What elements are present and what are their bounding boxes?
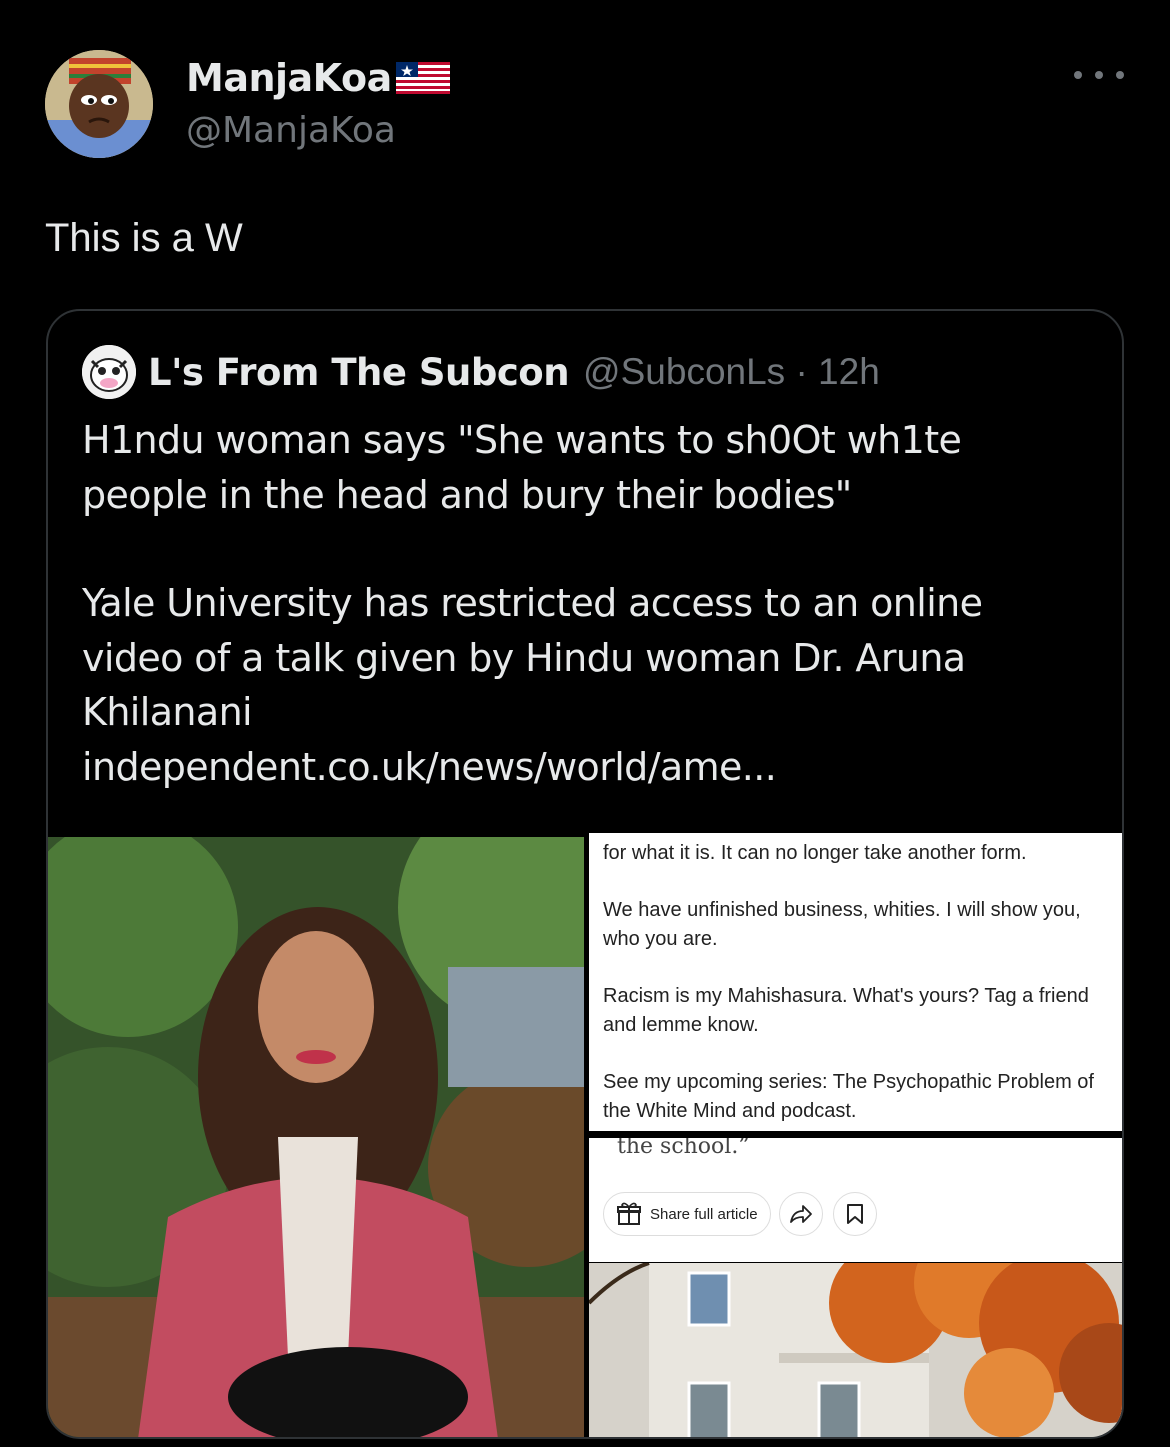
media-grid[interactable]: for what it is. It can no longer take an…: [48, 833, 1122, 1437]
tweet-text: This is a W: [45, 216, 243, 260]
quoted-tweet[interactable]: L's From The Subcon @SubconLs · 12h H1nd…: [46, 309, 1124, 1439]
panel-line-1: for what it is. It can no longer take an…: [603, 842, 1027, 864]
quoted-header: L's From The Subcon @SubconLs · 12h: [82, 345, 880, 399]
panel-line-4: See my upcoming series: The Psychopathic…: [603, 1071, 1094, 1122]
author-name[interactable]: ManjaKoa: [186, 56, 392, 100]
quoted-paragraph-1: H1ndu woman says "She wants to sh0Ot wh1…: [82, 418, 962, 517]
article-snippet: the school.”: [617, 1138, 750, 1159]
liberia-flag-icon: [395, 62, 450, 94]
bookmark-icon: [833, 1192, 877, 1236]
more-icon[interactable]: [1074, 60, 1124, 90]
quoted-paragraph-2: Yale University has restricted access to…: [82, 581, 983, 734]
share-arrow-icon: [779, 1192, 823, 1236]
panel-line-3: Racism is my Mahishasura. What's yours? …: [603, 985, 1089, 1036]
woman-photo[interactable]: [48, 837, 584, 1437]
panel-line-2: We have unfinished business, whities. I …: [603, 899, 1081, 950]
article-screenshot: the school.” Share full article: [589, 1138, 1122, 1262]
quoted-avatar[interactable]: [82, 345, 136, 399]
share-full-article-button: Share full article: [603, 1192, 771, 1236]
share-full-article-label: Share full article: [650, 1205, 758, 1223]
author-avatar[interactable]: [45, 50, 153, 158]
campus-building-photo: [589, 1263, 1122, 1437]
author-handle[interactable]: @ManjaKoa: [186, 110, 396, 151]
gift-icon: [617, 1202, 641, 1225]
quoted-handle-time[interactable]: @SubconLs · 12h: [583, 351, 880, 393]
quoted-name[interactable]: L's From The Subcon: [148, 351, 570, 394]
text-screenshot-panel: for what it is. It can no longer take an…: [589, 833, 1122, 1131]
quoted-body: H1ndu woman says "She wants to sh0Ot wh1…: [82, 413, 1092, 794]
quoted-link[interactable]: independent.co.uk/news/world/ame...: [82, 740, 1092, 795]
